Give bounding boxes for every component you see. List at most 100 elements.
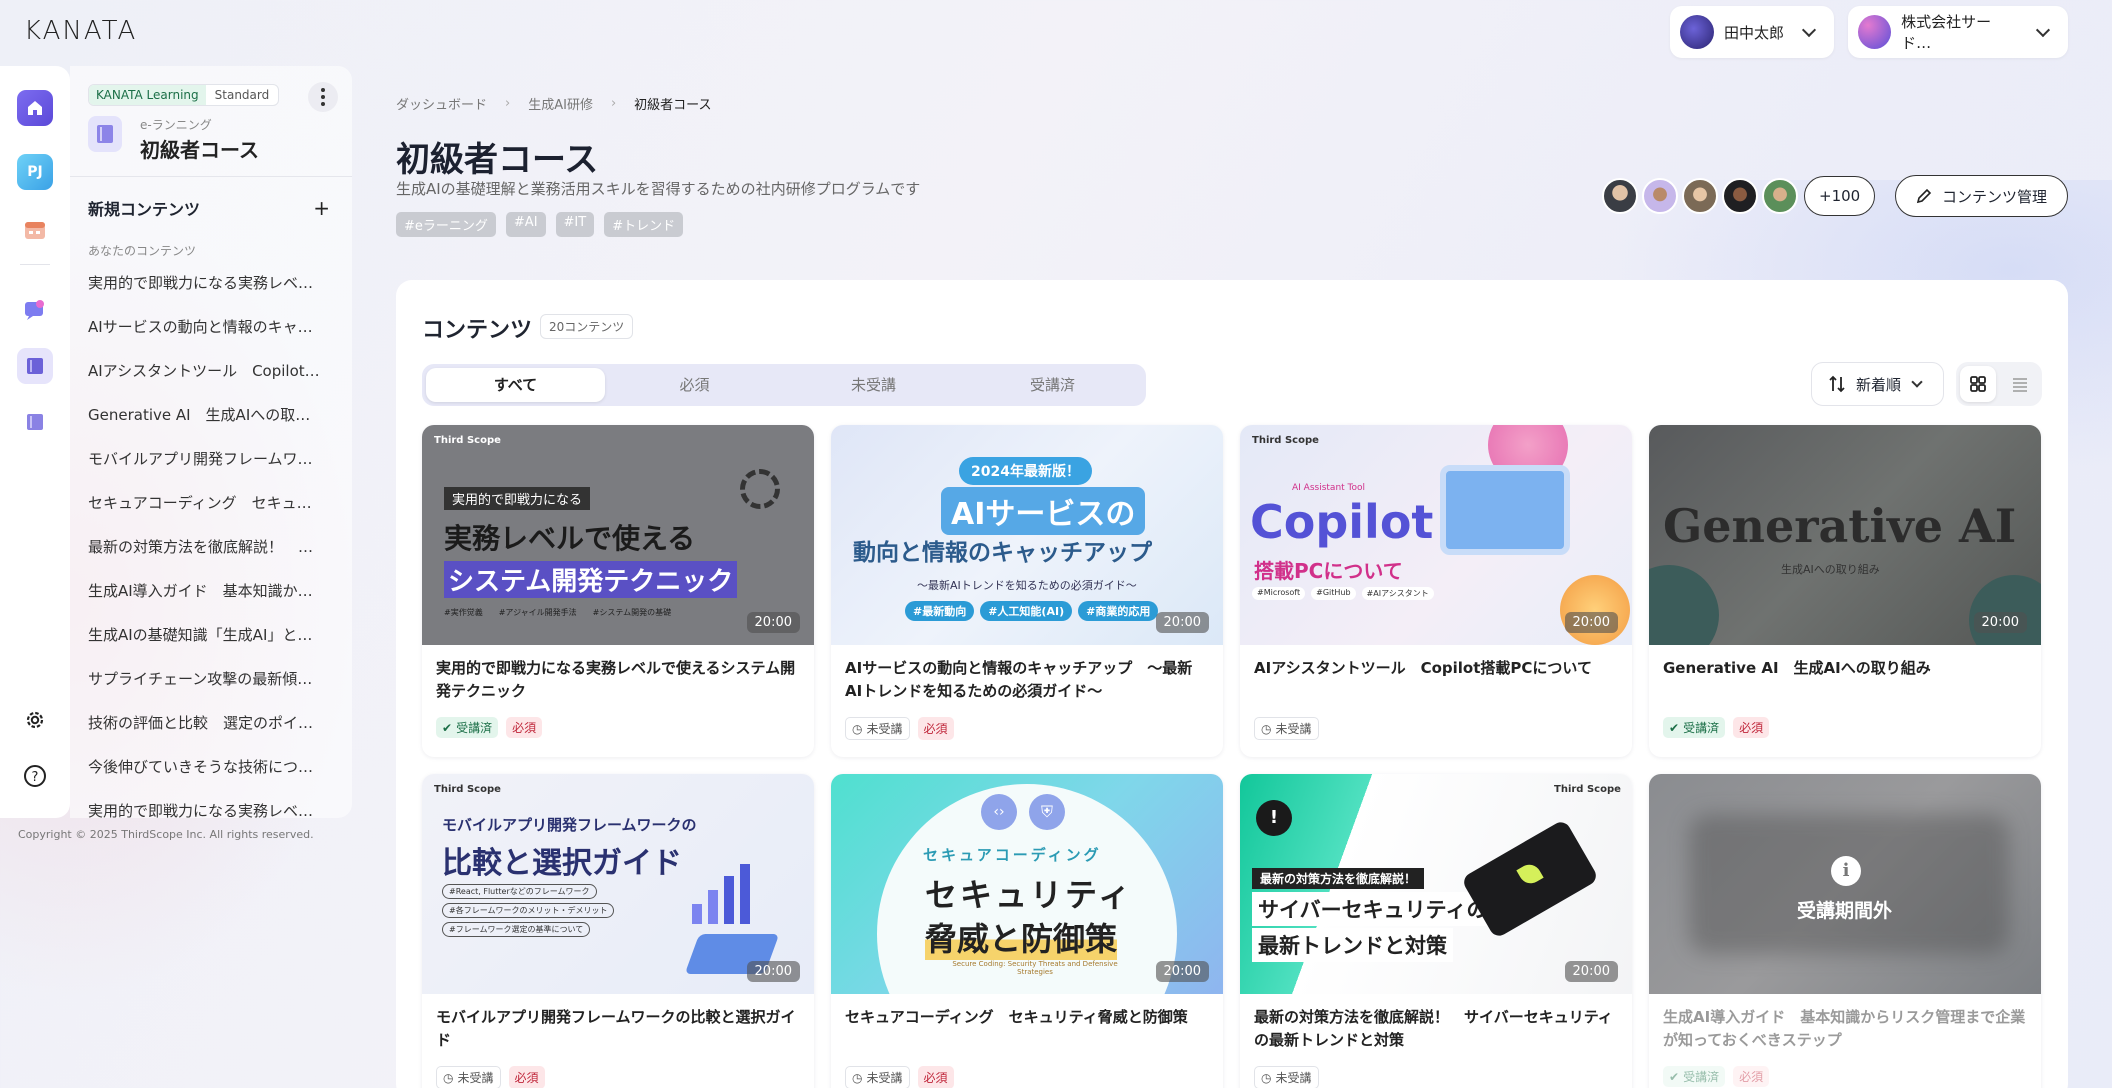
sidebar-content-item[interactable]: 今後伸びていきそうな技術につ… bbox=[88, 756, 324, 800]
grid-view-icon[interactable] bbox=[1960, 366, 1996, 402]
chat-icon[interactable] bbox=[17, 292, 53, 328]
bar-chart-illustration bbox=[692, 864, 750, 924]
clock-icon: ◷ bbox=[1261, 1070, 1272, 1085]
tab-not-taken[interactable]: 未受講 bbox=[784, 368, 963, 402]
code-icon: ‹› bbox=[981, 794, 1017, 830]
thumb-tag: 実用的で即戦力になる bbox=[444, 487, 591, 510]
tab-required[interactable]: 必須 bbox=[605, 368, 784, 402]
breadcrumb: ダッシュボード › 生成AI研修 › 初級者コース bbox=[396, 94, 712, 113]
thumb-line1: Copilot bbox=[1250, 495, 1434, 549]
gear-icon bbox=[740, 469, 780, 509]
thumb-chip: #各フレームワークのメリット・デメリット bbox=[442, 903, 615, 918]
calendar-icon[interactable] bbox=[17, 212, 53, 248]
thumb-line2: 生成AIへの取り組み bbox=[1781, 563, 1880, 576]
thumb-chips: #最新動向 #人工知能(AI) #商業的応用 bbox=[905, 601, 1159, 621]
company-menu[interactable]: 株式会社サード… bbox=[1848, 6, 2068, 58]
tag[interactable]: #AI bbox=[505, 212, 546, 237]
duration-badge: 20:00 bbox=[746, 961, 800, 982]
course-book-icon bbox=[88, 116, 122, 152]
more-members-button[interactable]: +100 bbox=[1804, 176, 1876, 216]
content-count-badge: 20コンテンツ bbox=[540, 314, 634, 339]
list-view-icon[interactable] bbox=[2002, 366, 2038, 402]
app-logo[interactable]: KANATA bbox=[24, 16, 137, 46]
card-badges: ◷ 未受講 bbox=[1240, 1056, 1632, 1088]
project-icon[interactable]: PJ bbox=[17, 154, 53, 190]
card-title: AIサービスの動向と情報のキャッチアップ 〜最新AIトレンドを知るための必須ガイ… bbox=[845, 659, 1193, 700]
content-card[interactable]: i 受講期間外 生成AI導入ガイド 基本知識からリスク管理まで企業が知っておくべ… bbox=[1649, 774, 2041, 1088]
card-thumbnail: 2024年最新版！ AIサービスの 動向と情報のキャッチアップ 〜最新AIトレン… bbox=[831, 425, 1223, 645]
card-thumbnail: Third Scope ! 最新の対策方法を徹底解説！ サイバーセキュリティの … bbox=[1240, 774, 1632, 994]
sidebar-content-item[interactable]: AIサービスの動向と情報のキャ… bbox=[88, 316, 324, 360]
tab-all[interactable]: すべて bbox=[426, 368, 605, 402]
tag[interactable]: #トレンド bbox=[604, 212, 684, 237]
content-card[interactable]: ‹› ⛨ セキュアコーディング セキュリティ 脅威と防御策 Secure Cod… bbox=[831, 774, 1223, 1088]
user-menu[interactable]: 田中太郎 bbox=[1669, 6, 1834, 58]
content-card[interactable]: Third Scope ! 最新の対策方法を徹底解説！ サイバーセキュリティの … bbox=[1240, 774, 1632, 1088]
content-card[interactable]: Third Scope 実用的で即戦力になる 実務レベルで使える システム開発テ… bbox=[422, 425, 814, 757]
sidebar-content-item[interactable]: 最新の対策方法を徹底解説！ … bbox=[88, 536, 324, 580]
thumb-line2: 搭載PCについて bbox=[1254, 559, 1403, 583]
sidebar-content-item[interactable]: 実用的で即戦力になる実務レベ… bbox=[88, 272, 324, 316]
page-description: 生成AIの基礎理解と業務活用スキルを習得するための社内研修プログラムです bbox=[396, 180, 921, 198]
required-badge: 必須 bbox=[1733, 1066, 1770, 1087]
member-avatars[interactable]: +100 bbox=[1602, 176, 1876, 216]
thumb-line1: セキュリティ bbox=[925, 876, 1134, 914]
card-title: セキュアコーディング セキュリティ脅威と防御策 bbox=[845, 1008, 1188, 1026]
more-options-button[interactable] bbox=[308, 82, 338, 112]
sidebar-content-item[interactable]: セキュアコーディング セキュ… bbox=[88, 492, 324, 536]
content-card[interactable]: Third Scope AI Assistant Tool Copilot 搭載… bbox=[1240, 425, 1632, 757]
thumb-chip: #フレームワーク選定の基準について bbox=[442, 922, 591, 937]
sidebar-content-item[interactable]: モバイルアプリ開発フレームワ… bbox=[88, 448, 324, 492]
clock-icon: ◷ bbox=[1261, 721, 1272, 736]
sidebar-content-item[interactable]: Generative AI 生成AIへの取り… bbox=[88, 404, 324, 448]
breadcrumb-training[interactable]: 生成AI研修 bbox=[528, 94, 593, 113]
home-icon[interactable] bbox=[17, 90, 53, 126]
book-icon[interactable] bbox=[17, 404, 53, 440]
content-manage-label: コンテンツ管理 bbox=[1941, 187, 2047, 206]
thumb-brand: Third Scope bbox=[434, 784, 501, 795]
content-card[interactable]: Generative AI 生成AIへの取り組み 20:00 Generativ… bbox=[1649, 425, 2041, 757]
thumb-tag: 最新の対策方法を徹底解説！ bbox=[1252, 868, 1425, 889]
thumb-line2: システム開発テクニック bbox=[444, 561, 738, 598]
required-badge: 必須 bbox=[917, 717, 954, 740]
sort-label: 新着順 bbox=[1855, 375, 1901, 394]
sidebar-content-item[interactable]: 生成AIの基礎知識「生成AI」と… bbox=[88, 624, 324, 668]
sidebar-content-item[interactable]: 生成AI導入ガイド 基本知識か… bbox=[88, 580, 324, 624]
thumb-chips: #Microsoft #GitHub #AIアシスタント bbox=[1252, 587, 1434, 600]
tag[interactable]: #IT bbox=[555, 212, 595, 237]
card-title: AIアシスタントツール Copilot搭載PCについて bbox=[1254, 659, 1592, 677]
book-icon[interactable] bbox=[17, 348, 53, 384]
content-manage-button[interactable]: コンテンツ管理 bbox=[1894, 175, 2068, 217]
status-badge-completed: ✔ 受講済 bbox=[1663, 1066, 1726, 1087]
clock-icon: ◷ bbox=[852, 1070, 863, 1085]
content-card[interactable]: 2024年最新版！ AIサービスの 動向と情報のキャッチアップ 〜最新AIトレン… bbox=[831, 425, 1223, 757]
chevron-down-icon bbox=[1911, 376, 1923, 388]
thumb-chip: #GitHub bbox=[1311, 587, 1356, 600]
duration-badge: 20:00 bbox=[1155, 961, 1209, 982]
status-badge-completed: ✔ 受講済 bbox=[1663, 717, 1726, 738]
duration-badge: 20:00 bbox=[1564, 961, 1618, 982]
tag[interactable]: #eラーニング bbox=[396, 212, 496, 237]
add-content-button[interactable]: + bbox=[313, 196, 330, 220]
tab-completed[interactable]: 受講済 bbox=[963, 368, 1142, 402]
avatar bbox=[1722, 178, 1758, 214]
new-content-label: 新規コンテンツ bbox=[88, 200, 201, 219]
content-card[interactable]: Third Scope モバイルアプリ開発フレームワークの 比較と選択ガイド #… bbox=[422, 774, 814, 1088]
card-badges: ◷ 未受講 必須 bbox=[422, 1056, 814, 1088]
sidebar-content-item[interactable]: AIアシスタントツール Copilot… bbox=[88, 360, 324, 404]
thumb-line1: 実務レベルで使える bbox=[444, 522, 696, 555]
brand-badge: KANATA Learning bbox=[89, 85, 206, 105]
gear-icon[interactable] bbox=[17, 702, 53, 738]
status-badge-not-taken: ◷ 未受講 bbox=[845, 717, 910, 740]
card-title: モバイルアプリ開発フレームワークの比較と選択ガイド bbox=[436, 1008, 796, 1049]
breadcrumb-dashboard[interactable]: ダッシュボード bbox=[396, 94, 487, 113]
duration-badge: 20:00 bbox=[1155, 612, 1209, 633]
thumb-small: セキュアコーディング bbox=[923, 846, 1102, 864]
thumb-chip: #商業的応用 bbox=[1078, 601, 1159, 621]
help-icon[interactable]: ? bbox=[17, 758, 53, 794]
card-thumbnail: Generative AI 生成AIへの取り組み 20:00 bbox=[1649, 425, 2041, 645]
sidebar-content-item[interactable]: 技術の評価と比較 選定のポイ… bbox=[88, 712, 324, 756]
sidebar-content-item[interactable]: サプライチェーン攻撃の最新傾… bbox=[88, 668, 324, 712]
sort-dropdown[interactable]: 新着順 bbox=[1810, 362, 1944, 406]
card-badges: ◷ 未受講 必須 bbox=[831, 1056, 1223, 1088]
